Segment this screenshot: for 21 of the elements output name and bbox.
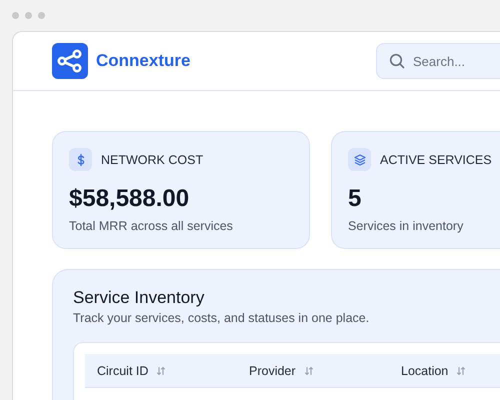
sort-icon [156, 366, 166, 376]
section-title: Service Inventory [73, 288, 206, 308]
stat-caption: Total MRR across all services [69, 219, 234, 233]
logo-icon [52, 43, 88, 79]
app-name: Connexture [96, 51, 190, 71]
sort-icon [456, 366, 466, 376]
column-header[interactable]: Provider [249, 364, 296, 378]
column-header[interactable]: Circuit ID [97, 364, 148, 378]
search-field[interactable]: Search... [376, 43, 500, 79]
window-dots-icon [12, 12, 45, 19]
search-icon [389, 53, 405, 69]
stat-value: 5 [348, 185, 362, 213]
layers-icon [348, 148, 371, 171]
stat-value: $58,588.00 [69, 185, 190, 213]
stat-label: ACTIVE SERVICES [380, 152, 492, 166]
sort-icon [304, 366, 314, 376]
column-header[interactable]: Location [401, 364, 448, 378]
stat-label: NETWORK COST [101, 152, 204, 166]
dollar-icon [69, 148, 92, 171]
stat-caption: Services in inventory [348, 219, 464, 233]
section-subtitle: Track your services, costs, and statuses in one place. [73, 311, 370, 325]
